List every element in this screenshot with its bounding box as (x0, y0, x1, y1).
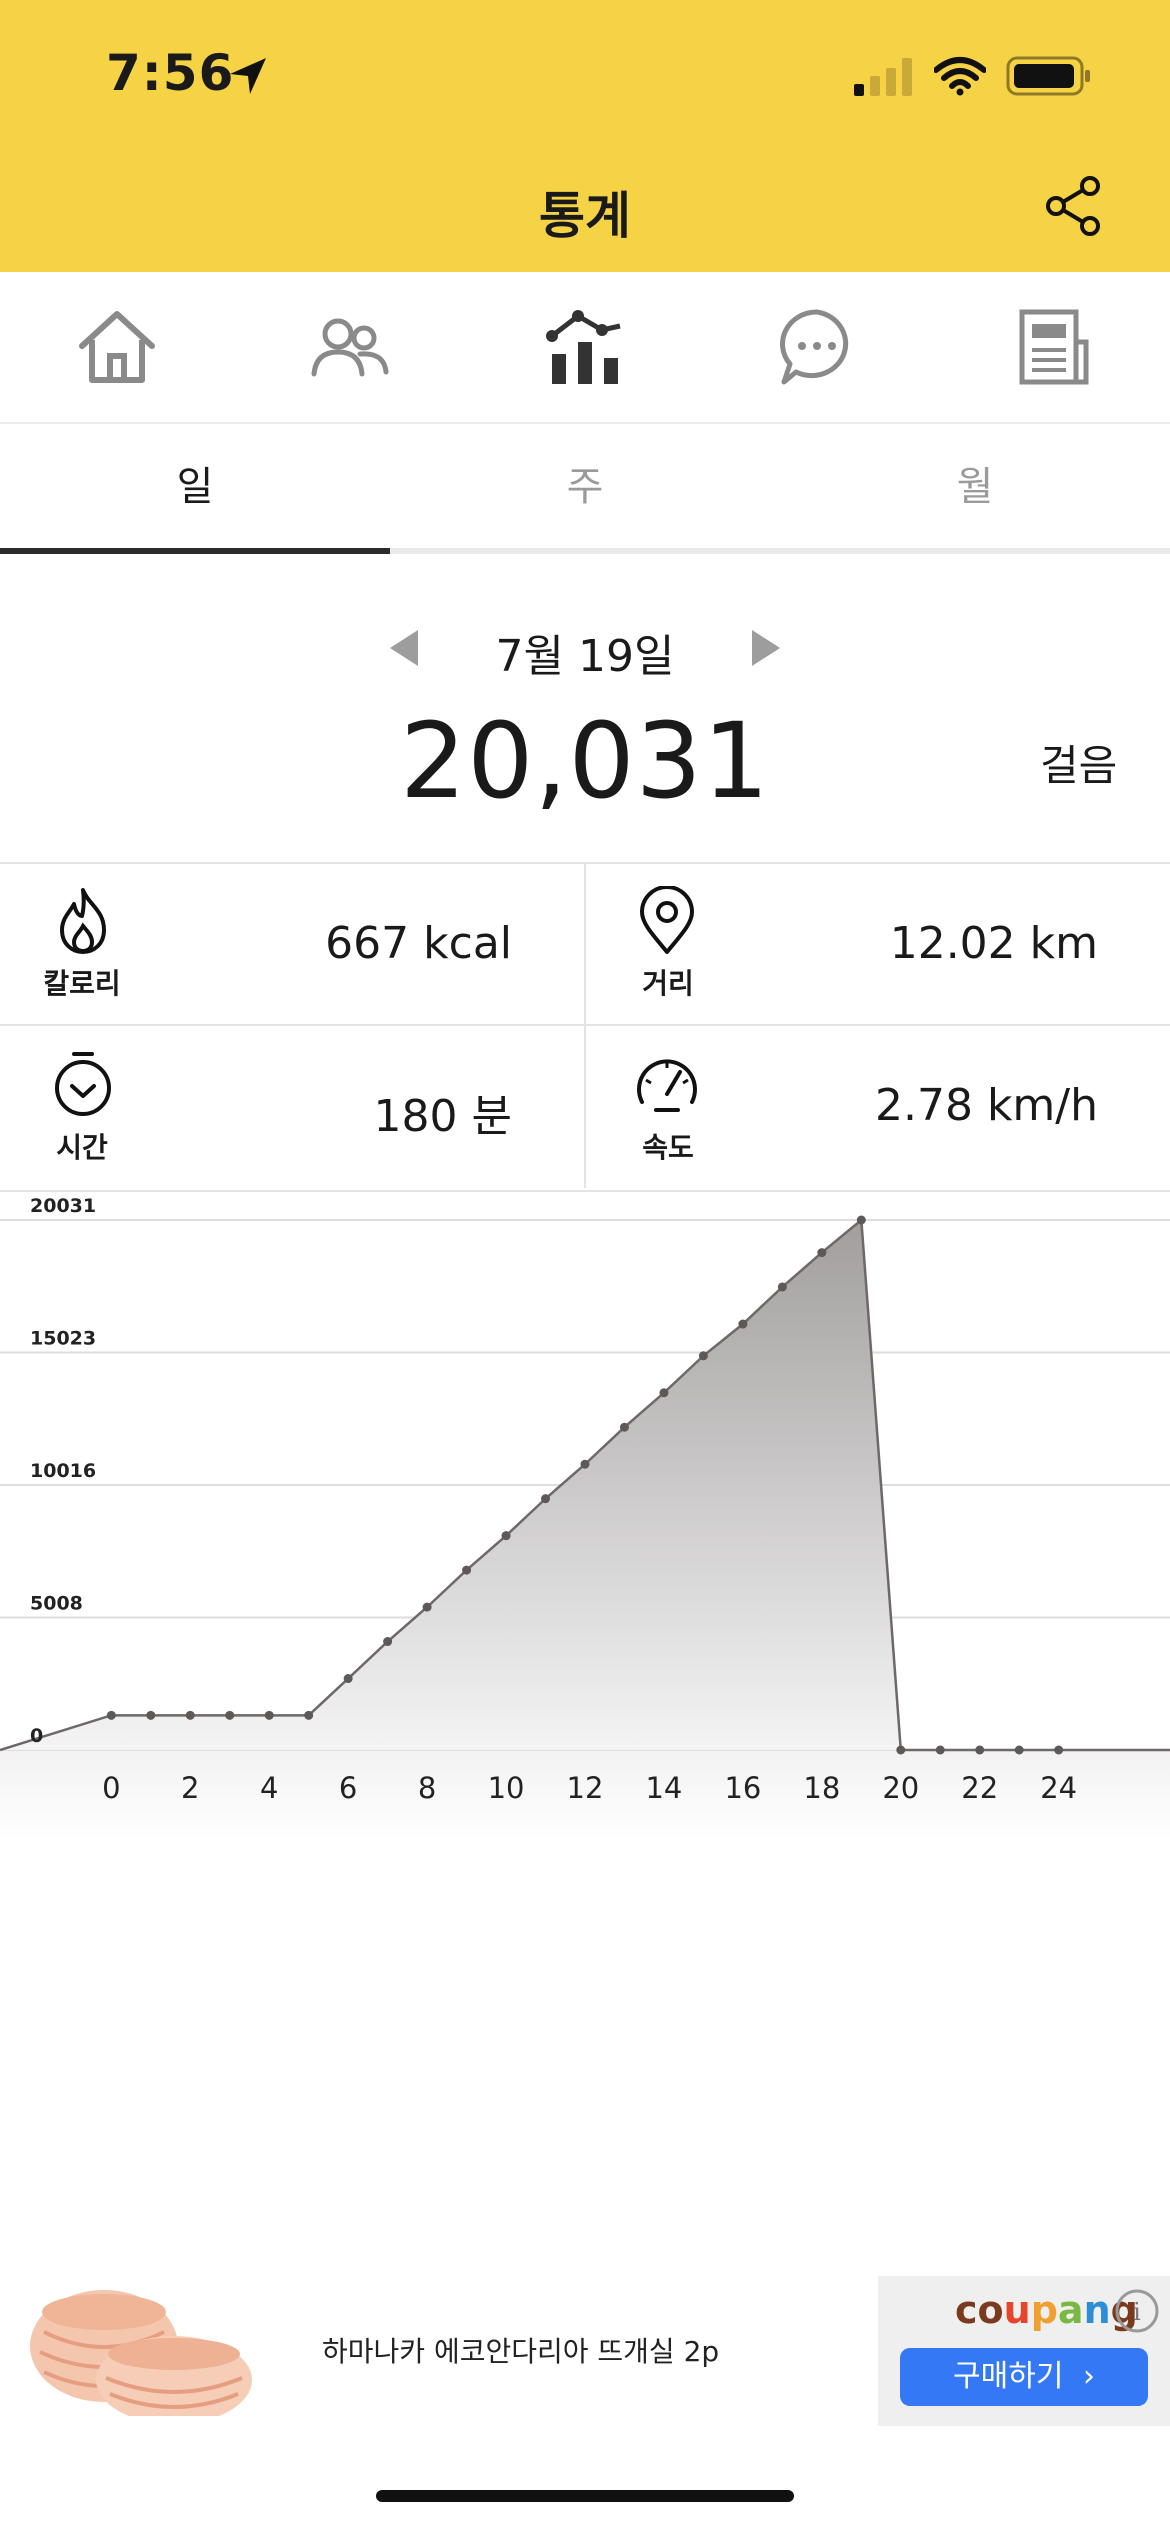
step-unit: 걸음 (1040, 741, 1118, 790)
ad-product-title[interactable]: 하마나카 에코안다리아 뜨개실 2p (322, 2330, 719, 2370)
speedometer-icon (637, 1059, 697, 1112)
chart-data-point (1014, 1745, 1024, 1755)
time-label: 시간 (56, 1131, 108, 1164)
y-tick-label: 20031 (30, 1195, 96, 1217)
chart-data-point (619, 1422, 629, 1432)
chart-data-point (422, 1602, 432, 1612)
ad-info-icon[interactable]: i (1114, 2288, 1160, 2334)
chart-data-point (106, 1710, 116, 1720)
signal-icon (854, 58, 912, 96)
y-tick-label: 10016 (30, 1460, 96, 1482)
stopwatch-icon (55, 1052, 111, 1116)
location-arrow-icon (230, 58, 266, 94)
distance-value: 12.02 km (889, 918, 1098, 969)
chart-data-point (856, 1215, 866, 1225)
chart-data-point (975, 1745, 985, 1755)
speed-label: 속도 (642, 1131, 694, 1164)
x-tick-label: 14 (645, 1771, 682, 1805)
x-tick-label: 24 (1040, 1771, 1077, 1805)
chart-data-point (225, 1710, 235, 1720)
calories-label: 칼로리 (43, 967, 121, 1000)
chart-data-point (383, 1637, 393, 1647)
chart-data-point (185, 1710, 195, 1720)
time-value: 180 분 (373, 1091, 512, 1142)
x-tick-label: 22 (961, 1771, 998, 1805)
flame-icon (60, 888, 106, 954)
y-tick-label: 0 (30, 1725, 43, 1747)
tab-month[interactable]: 월 (780, 424, 1170, 550)
coupang-logo-letter: p (1030, 2288, 1058, 2332)
chart-data-point (501, 1531, 511, 1541)
previous-day-icon[interactable] (390, 630, 418, 666)
buy-button[interactable]: 구매하기 › (900, 2348, 1148, 2406)
chart-data-point (896, 1745, 906, 1755)
chart-data-point (1054, 1745, 1064, 1755)
x-tick-label: 10 (488, 1771, 525, 1805)
location-pin-icon (640, 886, 694, 954)
coupang-logo-letter: n (1083, 2288, 1111, 2332)
x-tick-label: 4 (260, 1771, 278, 1805)
selected-date: 7월 19일 (495, 631, 675, 682)
chart-data-point (698, 1351, 708, 1361)
speed-value: 2.78 km/h (874, 1080, 1098, 1131)
stats-icon[interactable] (540, 302, 630, 392)
yarn-product-image (14, 2290, 276, 2426)
grid-divider-horizontal (0, 1024, 1170, 1026)
status-time: 7:56 (106, 44, 235, 102)
x-tick-label: 0 (102, 1771, 120, 1805)
tab-day[interactable]: 일 (0, 424, 390, 550)
share-icon[interactable] (1044, 174, 1104, 238)
step-count: 20,031 (400, 700, 770, 822)
friends-icon[interactable] (304, 302, 394, 392)
x-tick-label: 18 (803, 1771, 840, 1805)
y-tick-label: 15023 (30, 1328, 96, 1350)
home-icon[interactable] (72, 302, 162, 392)
chart-data-point (264, 1710, 274, 1720)
ad-info-text: i (1133, 2298, 1141, 2326)
chart-data-point (541, 1494, 551, 1504)
chart-data-point (343, 1674, 353, 1684)
tab-active-indicator (0, 548, 390, 554)
wifi-icon (934, 57, 986, 96)
calories-value: 667 kcal (325, 918, 512, 969)
chat-icon[interactable] (772, 302, 862, 392)
chart-data-point (462, 1565, 472, 1575)
x-tick-label: 8 (418, 1771, 436, 1805)
steps-area-chart: 05008100161502320031 0 2 4 6 8 10 12 14 16 18 20 22… (0, 1195, 1170, 1840)
chevron-right-icon: › (1082, 2359, 1095, 2394)
chart-data-point (304, 1710, 314, 1720)
x-tick-label: 20 (882, 1771, 919, 1805)
chart-data-point (817, 1248, 827, 1258)
distance-label: 거리 (642, 967, 694, 1000)
coupang-logo-letter: a (1057, 2288, 1084, 2332)
chart-data-point (146, 1710, 156, 1720)
chart-data-point (777, 1282, 787, 1292)
x-tick-label: 12 (567, 1771, 604, 1805)
coupang-logo-letter: c (955, 2288, 978, 2332)
chart-data-point (935, 1745, 945, 1755)
period-tabs: 일 주 월 (0, 424, 1170, 554)
next-day-icon[interactable] (752, 630, 780, 666)
buy-button-label: 구매하기 (953, 2359, 1064, 2394)
chart-data-point (659, 1388, 669, 1398)
coupang-logo: coupang (955, 2288, 1138, 2332)
tab-week[interactable]: 주 (390, 424, 780, 550)
battery-icon (1006, 56, 1090, 96)
x-tick-label: 6 (339, 1771, 357, 1805)
y-tick-label: 5008 (30, 1592, 83, 1614)
chart-data-point (580, 1459, 590, 1469)
coupang-logo-letter: u (1003, 2288, 1031, 2332)
news-icon[interactable] (1006, 302, 1096, 392)
chart-data-point (738, 1319, 748, 1329)
home-indicator[interactable] (376, 2490, 794, 2502)
main-nav-bar (0, 272, 1170, 424)
coupang-logo-letter: o (977, 2288, 1004, 2332)
x-tick-label: 16 (724, 1771, 761, 1805)
x-tick-label: 2 (181, 1771, 199, 1805)
page-title: 통계 (539, 187, 631, 245)
